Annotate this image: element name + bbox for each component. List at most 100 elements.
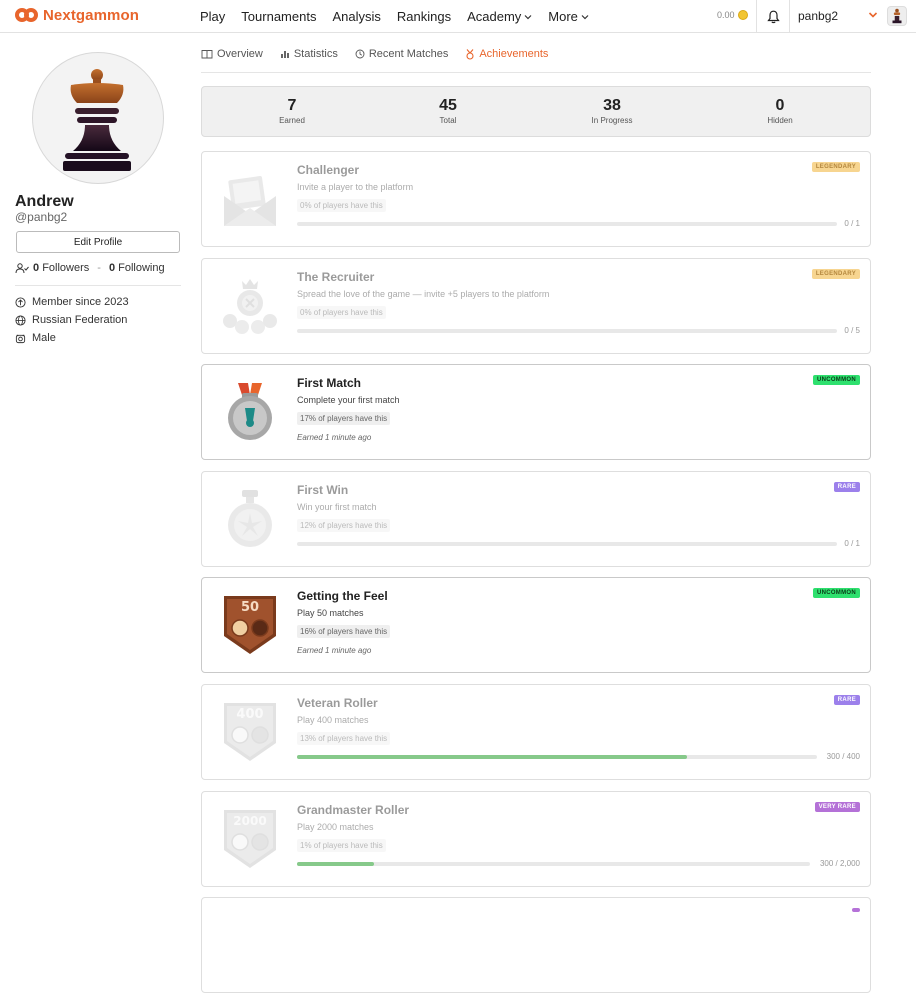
stat-total: 45 Total [398, 97, 498, 125]
progress-fill [297, 862, 374, 866]
achievement-title: The Recruiter [297, 270, 375, 284]
progress-count: 0 / 5 [844, 326, 860, 335]
rarity-badge [852, 908, 860, 912]
progress-count: 300 / 2,000 [819, 859, 860, 868]
stat-value: 38 [603, 97, 621, 114]
rarity-badge: UNCOMMON [812, 375, 860, 385]
achievement-description: Play 50 matches [297, 608, 364, 618]
achievement-card[interactable]: 2000 Grandmaster Roller Play 2000 matche… [201, 791, 871, 887]
coin-balance[interactable]: 0.00 [717, 10, 748, 20]
stat-label: Hidden [767, 116, 793, 125]
achievement-title: First Match [297, 376, 362, 390]
nav-academy[interactable]: Academy [467, 9, 532, 24]
tab-achievements[interactable]: Achievements [465, 48, 548, 60]
dot-separator: - [97, 262, 101, 274]
progress-count: 0 / 1 [844, 539, 860, 548]
players-percent-tag: 16% of players have this [297, 625, 391, 638]
followers-link[interactable]: 0 Followers [33, 262, 89, 274]
chevron-down-icon [581, 14, 589, 19]
medal-icon [466, 48, 474, 60]
tab-overview[interactable]: Overview [201, 48, 263, 60]
following-link[interactable]: 0 Following [109, 262, 165, 274]
nav-play[interactable]: Play [200, 9, 225, 24]
achievement-card[interactable]: 400 Veteran Roller Play 400 matches 13% … [201, 684, 871, 780]
brand-logo[interactable]: Nextgammon [15, 7, 139, 24]
achievement-description: Win your first match [297, 502, 377, 512]
balance-value: 0.00 [717, 10, 735, 20]
achievement-card[interactable]: 50 Getting the Feel Play 50 matches 16% … [201, 577, 871, 673]
arrow-up-circle-icon [15, 296, 26, 308]
stat-label: Total [439, 116, 457, 125]
achievement-title: Getting the Feel [297, 589, 388, 603]
nav-more[interactable]: More [548, 9, 589, 24]
profile-display-name: Andrew [15, 193, 74, 210]
current-username[interactable]: panbg2 [798, 9, 838, 23]
member-since-text: Member since 2023 [32, 296, 129, 308]
envelope-icon [224, 176, 276, 226]
progress-count: 300 / 400 [826, 752, 860, 761]
coin-icon [737, 10, 748, 20]
country-text: Russian Federation [32, 314, 128, 326]
queen-piece-icon [63, 69, 131, 171]
shield-number: 50 [241, 600, 259, 615]
progress-fill [297, 755, 687, 759]
stat-label: In Progress [591, 116, 633, 125]
gender-icon [15, 334, 26, 343]
profile-handle: @panbg2 [15, 210, 68, 224]
user-avatar[interactable] [887, 6, 907, 26]
progress-bar [297, 862, 810, 866]
queen-avatar-icon [892, 8, 902, 24]
chevron-down-icon [524, 14, 532, 19]
shield-400-icon: 400 [224, 703, 276, 761]
nav-rankings[interactable]: Rankings [397, 9, 451, 24]
players-percent-tag: 12% of players have this [297, 519, 391, 532]
notifications-button[interactable] [756, 0, 790, 33]
book-icon [201, 50, 213, 59]
progress-bar [297, 329, 837, 333]
chevron-down-icon[interactable] [868, 10, 878, 20]
history-icon [355, 49, 365, 59]
earned-timestamp: Earned 1 minute ago [297, 646, 372, 655]
achievement-card[interactable]: First Win Win your first match 12% of pl… [201, 471, 871, 567]
profile-avatar [32, 52, 164, 184]
top-navigation-bar: Nextgammon Play Tournaments Analysis Ran… [0, 0, 916, 33]
progress-bar [297, 222, 837, 226]
stat-label: Earned [279, 116, 305, 125]
rarity-badge: LEGENDARY [811, 162, 860, 172]
divider [15, 285, 181, 286]
shield-number: 2000 [233, 814, 266, 828]
edit-profile-button[interactable]: Edit Profile [16, 231, 180, 253]
achievement-title: First Win [297, 483, 349, 497]
tab-recent-matches[interactable]: Recent Matches [355, 48, 448, 60]
achievement-card[interactable]: Challenger Invite a player to the platfo… [201, 151, 871, 247]
rarity-badge: RARE [833, 482, 860, 492]
bar-chart-icon [280, 51, 289, 58]
achievement-card[interactable] [201, 897, 871, 993]
achievement-description: Play 400 matches [297, 715, 369, 725]
main-nav: Play Tournaments Analysis Rankings Acade… [200, 9, 605, 24]
players-percent-tag: 0% of players have this [297, 306, 386, 319]
progress-count: 0 / 1 [844, 219, 860, 228]
rarity-badge: RARE [833, 695, 860, 705]
profile-tabs: Overview Statistics Recent Matches Achie… [201, 48, 548, 60]
nav-analysis[interactable]: Analysis [332, 9, 380, 24]
players-percent-tag: 17% of players have this [297, 412, 391, 425]
medal-icon [228, 383, 272, 440]
stat-value: 7 [287, 97, 297, 114]
achievement-description: Spread the love of the game — invite +5 … [297, 289, 550, 299]
shield-2000-icon: 2000 [224, 810, 276, 868]
shield-50-icon: 50 [224, 596, 276, 654]
achievement-card[interactable]: The Recruiter Spread the love of the gam… [201, 258, 871, 354]
stat-value: 0 [775, 97, 785, 114]
nav-tournaments[interactable]: Tournaments [241, 9, 316, 24]
tab-statistics[interactable]: Statistics [280, 48, 338, 60]
country-row: Russian Federation [15, 314, 127, 326]
achievement-title: Grandmaster Roller [297, 803, 410, 817]
achievement-card[interactable]: First Match Complete your first match 17… [201, 364, 871, 460]
bell-icon [766, 10, 780, 23]
achievement-title: Veteran Roller [297, 696, 378, 710]
players-percent-tag: 1% of players have this [297, 839, 386, 852]
gender-row: Male [15, 332, 56, 344]
players-percent-tag: 0% of players have this [297, 199, 386, 212]
users-icon [15, 262, 29, 273]
